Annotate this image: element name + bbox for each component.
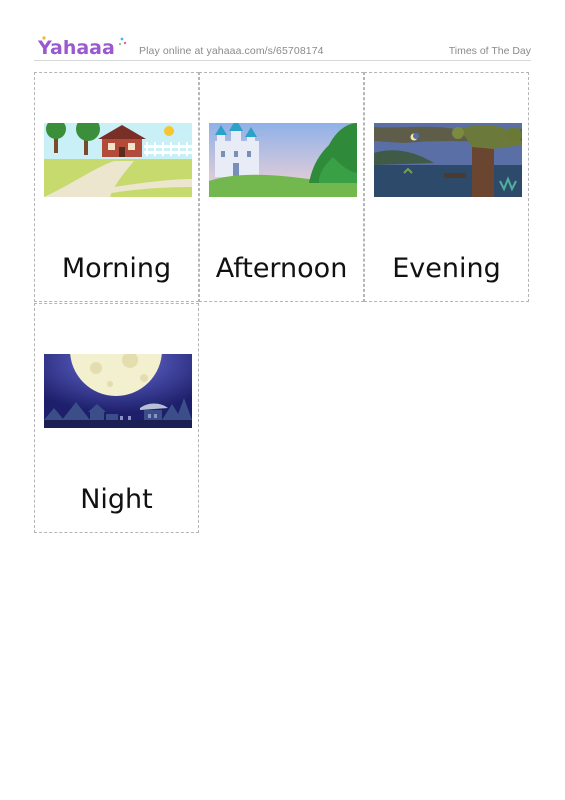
document-title: Times of The Day — [448, 45, 531, 57]
svg-text:Yahaaa: Yahaaa — [37, 37, 115, 59]
flashcard-evening[interactable]: Evening — [364, 72, 529, 302]
evening-scene-icon — [374, 123, 522, 197]
header-divider — [34, 60, 531, 61]
page-header: Yahaaa Play online at yahaaa.com/s/65708… — [34, 34, 531, 61]
play-online-link[interactable]: Play online at yahaaa.com/s/65708174 — [139, 45, 324, 57]
flashcard-word-night: Night — [80, 484, 153, 515]
flashcard-afternoon[interactable]: Afternoon — [199, 72, 364, 302]
flashcard-night[interactable]: Night — [34, 303, 199, 533]
play-online-url[interactable]: yahaaa.com/s/65708174 — [206, 45, 323, 57]
night-scene-icon — [44, 354, 192, 428]
flashcard-word-afternoon: Afternoon — [215, 253, 348, 284]
play-online-prefix: Play online at — [139, 45, 207, 57]
morning-scene-icon — [44, 123, 192, 197]
afternoon-scene-icon — [209, 123, 357, 197]
flashcard-word-morning: Morning — [61, 253, 172, 284]
flashcard-morning[interactable]: Morning — [34, 72, 199, 302]
flashcard-word-evening: Evening — [392, 253, 501, 284]
yahaaa-logo[interactable]: Yahaaa — [36, 35, 128, 59]
